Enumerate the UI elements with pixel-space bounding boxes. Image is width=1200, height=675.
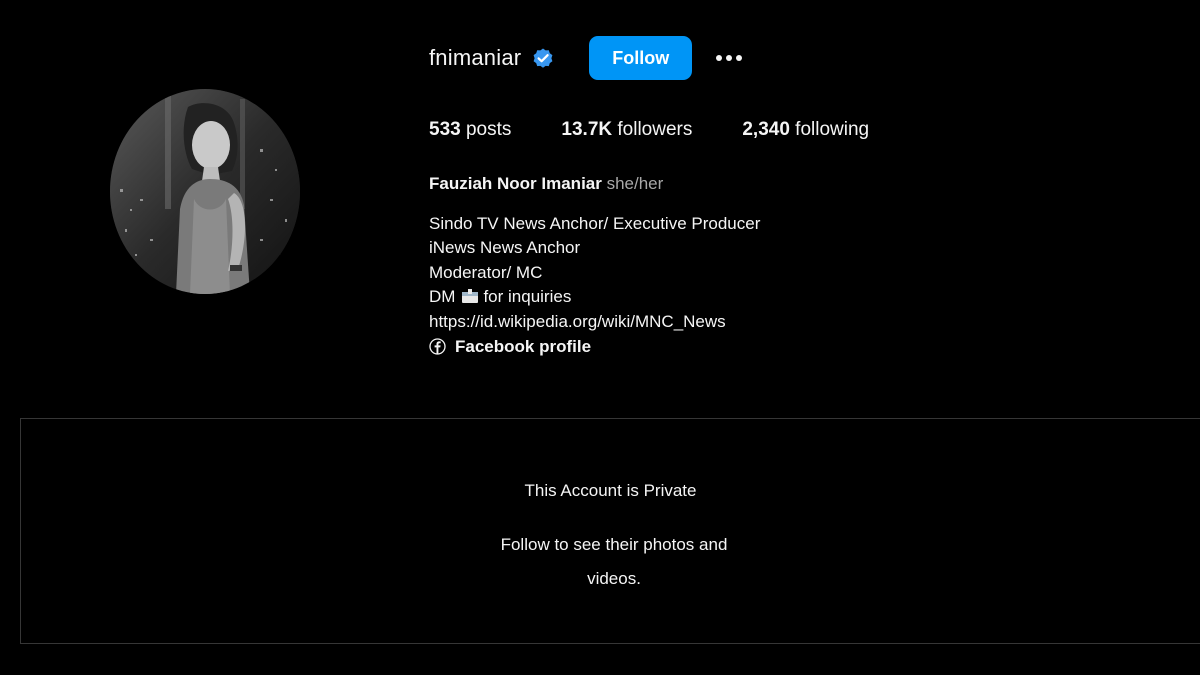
- posts-count: 533: [429, 119, 461, 140]
- bio-line: iNews News Anchor: [429, 238, 581, 258]
- facebook-profile-link[interactable]: Facebook profile: [429, 335, 760, 360]
- profile-header: fnimaniar Follow: [429, 36, 744, 80]
- following-count: 2,340: [742, 119, 790, 140]
- facebook-icon: [429, 338, 446, 356]
- profile-page: fnimaniar Follow 533 posts 13.7K followe…: [0, 0, 1200, 675]
- pronouns: she/her: [601, 174, 664, 193]
- website-link[interactable]: https://id.wikipedia.org/wiki/MNC_News: [429, 310, 760, 335]
- username: fnimaniar: [429, 45, 522, 70]
- bio-line: Moderator/ MC: [429, 262, 543, 282]
- following-stat[interactable]: 2,340 following: [742, 119, 869, 141]
- fullname-line: Fauziah Noor Imaniar she/her: [429, 172, 760, 197]
- envelope-icon: [461, 287, 479, 304]
- posts-label: posts: [460, 119, 512, 140]
- posts-stat: 533 posts: [429, 119, 511, 141]
- private-title: This Account is Private: [524, 481, 697, 500]
- dm-suffix: for inquiries: [483, 287, 572, 307]
- profile-stats: 533 posts 13.7K followers 2,340 followin…: [429, 119, 919, 141]
- facebook-label: Facebook profile: [455, 336, 592, 356]
- followers-label: followers: [612, 119, 693, 140]
- following-label: following: [789, 119, 870, 140]
- profile-avatar[interactable]: [110, 89, 300, 294]
- followers-stat[interactable]: 13.7K followers: [561, 119, 692, 141]
- dm-prefix: DM: [429, 287, 456, 307]
- private-account-panel: This Account is Private Follow to see th…: [20, 418, 1200, 644]
- profile-bio: Fauziah Noor Imaniar she/her Sindo TV Ne…: [429, 172, 760, 359]
- private-subtitle: Follow to see their photos and videos.: [500, 535, 728, 588]
- bio-dm-line: DM for inquiries: [429, 285, 760, 310]
- full-name: Fauziah Noor Imaniar: [429, 174, 602, 193]
- followers-count: 13.7K: [561, 119, 613, 140]
- bio-line: Sindo TV News Anchor/ Executive Producer: [429, 213, 761, 233]
- verified-badge-icon: [531, 46, 555, 70]
- follow-button[interactable]: Follow: [589, 36, 693, 80]
- more-options-icon[interactable]: [714, 49, 744, 67]
